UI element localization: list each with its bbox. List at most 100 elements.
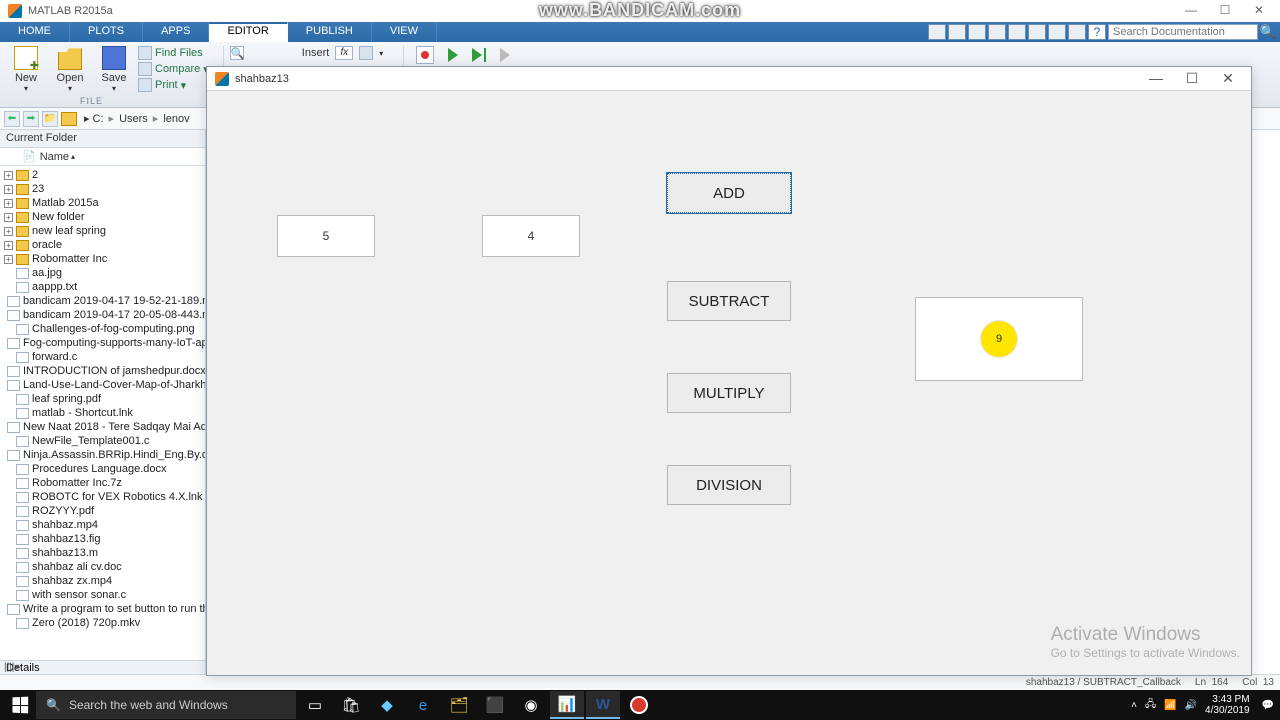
tray-chevron-icon[interactable]: ˄ (1131, 700, 1137, 711)
taskbar-clock[interactable]: 3:43 PM4/30/2019 (1205, 694, 1254, 716)
file-row[interactable]: with sensor sonar.c (0, 588, 205, 602)
save-button[interactable]: Save▾ (94, 46, 134, 93)
nav-back-button[interactable]: ⬅ (4, 111, 20, 127)
file-row[interactable]: aappp.txt (0, 280, 205, 294)
store-icon[interactable]: 🛍 (334, 691, 368, 719)
tray-wifi-icon[interactable]: 📶 (1164, 700, 1176, 711)
file-row[interactable]: shahbaz.mp4 (0, 518, 205, 532)
task-view-icon[interactable]: ▭ (298, 691, 332, 719)
search-icon[interactable]: 🔍 (1260, 24, 1276, 40)
subtract-button[interactable]: SUBTRACT (667, 281, 791, 321)
folder-row[interactable]: +new leaf spring (0, 224, 205, 238)
quick-tool-4[interactable] (988, 24, 1006, 40)
help-icon[interactable]: ? (1088, 24, 1106, 40)
folder-row[interactable]: +oracle (0, 238, 205, 252)
quick-tool-2[interactable] (948, 24, 966, 40)
quick-tool-3[interactable] (968, 24, 986, 40)
file-row[interactable]: aa.jpg (0, 266, 205, 280)
matlab-taskbar-icon[interactable]: 📊 (550, 691, 584, 719)
file-row[interactable]: Write a program to set button to run th (0, 602, 205, 616)
quick-tool-6[interactable] (1028, 24, 1046, 40)
tab-plots[interactable]: PLOTS (70, 22, 143, 42)
chrome-icon[interactable]: ◉ (514, 691, 548, 719)
edge-icon[interactable]: e (406, 691, 440, 719)
file-row[interactable]: forward.c (0, 350, 205, 364)
nav-up-button[interactable]: 📁 (42, 111, 58, 127)
input1-field[interactable] (277, 215, 375, 257)
tab-view[interactable]: VIEW (372, 22, 437, 42)
crumb-users[interactable]: Users (119, 113, 148, 125)
folder-row[interactable]: +2 (0, 168, 205, 182)
add-button[interactable]: ADD (667, 173, 791, 213)
file-row[interactable]: matlab - Shortcut.lnk (0, 406, 205, 420)
command-window-prompt[interactable]: ||||▾ (0, 660, 206, 674)
app-icon-2[interactable]: ⬛ (478, 691, 512, 719)
quick-tool-8[interactable] (1068, 24, 1086, 40)
folder-row[interactable]: +New folder (0, 210, 205, 224)
search-documentation-input[interactable] (1108, 24, 1258, 40)
run-advance-button[interactable] (472, 48, 486, 62)
tab-apps[interactable]: APPS (143, 22, 209, 42)
figure-minimize-button[interactable]: — (1141, 70, 1171, 87)
find-icon[interactable]: 🔍 (230, 46, 244, 60)
breakpoint-icon[interactable] (416, 46, 434, 64)
division-button[interactable]: DIVISION (667, 465, 791, 505)
file-row[interactable]: ROZYYY.pdf (0, 504, 205, 518)
file-row[interactable]: shahbaz13.m (0, 546, 205, 560)
name-column-header[interactable]: 📄Name ▴ (0, 148, 205, 166)
file-row[interactable]: Fog-computing-supports-many-IoT-ap (0, 336, 205, 350)
folder-row[interactable]: +Robomatter Inc (0, 252, 205, 266)
tab-publish[interactable]: PUBLISH (288, 22, 372, 42)
file-row[interactable]: Procedures Language.docx (0, 462, 205, 476)
file-row[interactable]: shahbaz ali cv.doc (0, 560, 205, 574)
app-icon-1[interactable]: ◆ (370, 691, 404, 719)
file-row[interactable]: Ninja.Assassin.BRRip.Hindi_Eng.By.dib4 (0, 448, 205, 462)
word-icon[interactable]: W (586, 691, 620, 719)
tab-home[interactable]: HOME (0, 22, 70, 42)
tray-network-icon[interactable]: 🖧 (1145, 697, 1156, 714)
quick-tool-5[interactable] (1008, 24, 1026, 40)
crumb-c[interactable]: C: (93, 113, 104, 125)
insert-fx-icon[interactable]: fx (335, 46, 353, 60)
system-tray[interactable]: ˄ 🖧 📶 🔊 3:43 PM4/30/2019 💬 (1131, 694, 1274, 716)
file-row[interactable]: INTRODUCTION of jamshedpur.docx (0, 364, 205, 378)
compare-button[interactable]: Compare ▾ (138, 62, 209, 76)
multiply-button[interactable]: MULTIPLY (667, 373, 791, 413)
file-row[interactable]: NewFile_Template001.c (0, 434, 205, 448)
folder-row[interactable]: +Matlab 2015a (0, 196, 205, 210)
file-row[interactable]: New Naat 2018 - Tere Sadqay Mai Aqa (0, 420, 205, 434)
file-row[interactable]: ROBOTC for VEX Robotics 4.X.lnk (0, 490, 205, 504)
figure-maximize-button[interactable]: ☐ (1177, 70, 1207, 87)
explorer-icon[interactable]: 🗂 (442, 691, 476, 719)
tab-editor[interactable]: EDITOR (209, 22, 287, 42)
find-files-button[interactable]: Find Files (138, 46, 209, 60)
file-row[interactable]: Land-Use-Land-Cover-Map-of-Jharkha (0, 378, 205, 392)
nav-forward-button[interactable]: ➡ (23, 111, 39, 127)
open-button[interactable]: Open▾ (50, 46, 90, 93)
record-icon[interactable] (622, 691, 656, 719)
print-button[interactable]: Print ▾ (138, 78, 209, 92)
file-row[interactable]: Challenges-of-fog-computing.png (0, 322, 205, 336)
file-row[interactable]: bandicam 2019-04-17 20-05-08-443.mp (0, 308, 205, 322)
taskbar-search[interactable]: 🔍 Search the web and Windows (36, 691, 296, 719)
file-row[interactable]: shahbaz13.fig (0, 532, 205, 546)
file-row[interactable]: leaf spring.pdf (0, 392, 205, 406)
file-row[interactable]: Zero (2018) 720p.mkv (0, 616, 205, 630)
new-button[interactable]: New▾ (6, 46, 46, 93)
tray-volume-icon[interactable]: 🔊 (1185, 700, 1197, 711)
run-button[interactable] (448, 48, 458, 62)
run-section-button[interactable] (500, 48, 510, 62)
input2-field[interactable] (482, 215, 580, 257)
close-button[interactable]: ✕ (1242, 0, 1276, 20)
notifications-icon[interactable]: 💬 (1262, 700, 1274, 711)
file-row[interactable]: bandicam 2019-04-17 19-52-21-189.mp (0, 294, 205, 308)
quick-tool-7[interactable] (1048, 24, 1066, 40)
start-button[interactable] (6, 691, 34, 719)
quick-tool-1[interactable] (928, 24, 946, 40)
insert-section-icon[interactable] (359, 46, 373, 60)
file-row[interactable]: shahbaz zx.mp4 (0, 574, 205, 588)
crumb-lenov[interactable]: lenov (163, 113, 189, 125)
minimize-button[interactable]: — (1174, 0, 1208, 20)
figure-close-button[interactable]: ✕ (1213, 70, 1243, 87)
file-row[interactable]: Robomatter Inc.7z (0, 476, 205, 490)
